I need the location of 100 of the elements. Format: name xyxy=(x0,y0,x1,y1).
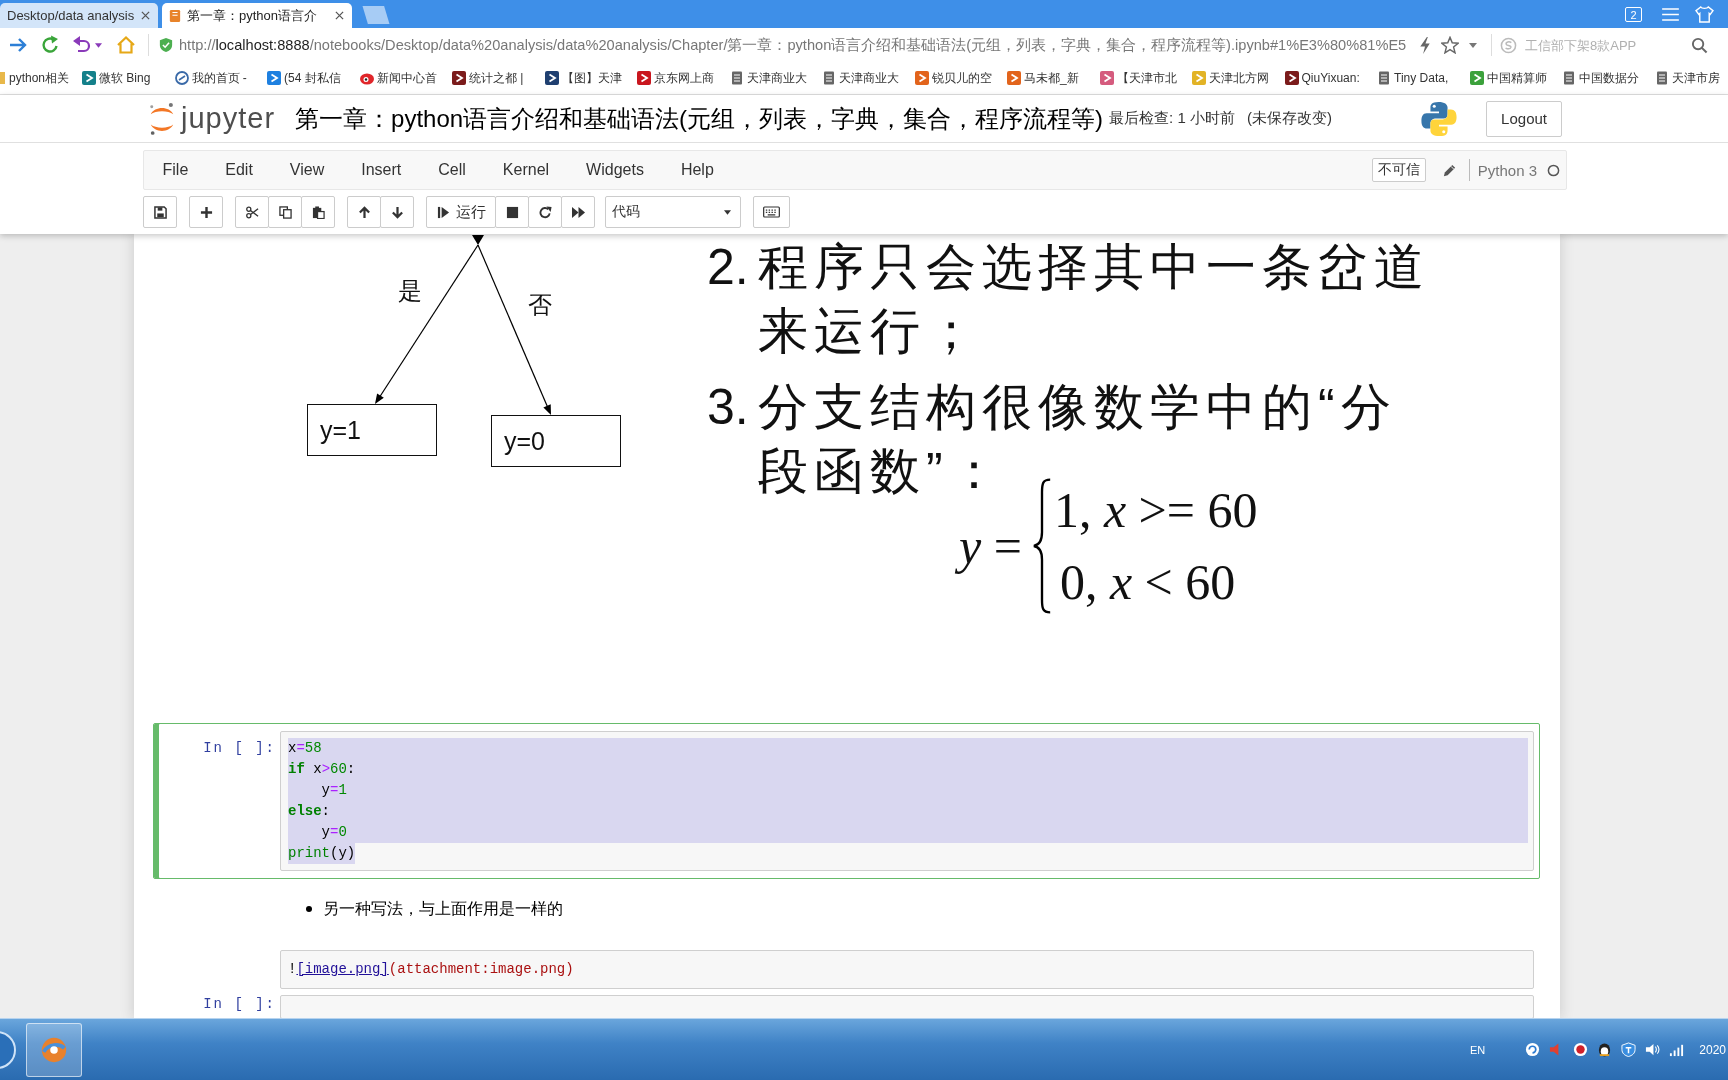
address-field[interactable]: http://localhost:8888/notebooks/Desktop/data%20analysis/data%20analysis/Chapter/第一章：python语言介绍和基础语法(元组，列表，字典，集合，程序流程等).ipynb#1%E3%80%81%E5 xyxy=(179,35,1411,55)
site-logo-icon xyxy=(914,71,929,85)
formula-text: 0, x < 60 xyxy=(1059,553,1237,612)
trust-button[interactable]: 不可信 xyxy=(1371,158,1426,182)
list-item-text: 另一种写法，与上面作用是一样的 xyxy=(323,898,563,919)
insert-cell-button[interactable] xyxy=(189,196,223,228)
search-icon[interactable] xyxy=(1691,36,1708,54)
site-logo-icon xyxy=(1007,71,1021,85)
menu-item[interactable]: Help xyxy=(662,161,733,179)
bookmark-link[interactable]: 统计之都 | xyxy=(450,69,543,87)
code-editor[interactable]: x=58 if x>60: y=1 else: y=0 print(y) xyxy=(280,731,1534,871)
stop-icon xyxy=(505,205,519,219)
bookmark-link[interactable]: 【天津市北 xyxy=(1097,69,1190,87)
stop-button[interactable] xyxy=(495,196,529,228)
bookmark-link[interactable]: (54 封私信 xyxy=(265,69,358,87)
scissors-icon xyxy=(245,205,259,219)
restart-button[interactable] xyxy=(528,196,562,228)
site-logo-icon xyxy=(544,71,559,85)
branch-label: 是 xyxy=(398,277,422,305)
star-icon[interactable] xyxy=(1441,36,1459,54)
bookmark-link[interactable]: 京东网上商 xyxy=(635,69,728,87)
document-icon xyxy=(729,71,744,85)
speaker-icon[interactable] xyxy=(1645,1042,1661,1057)
logo-icon xyxy=(1420,99,1459,138)
document-icon xyxy=(822,71,836,85)
bookmark-link[interactable]: 天津商业大 xyxy=(727,69,820,87)
refresh-icon[interactable] xyxy=(40,35,60,55)
kernel-name[interactable]: Python 3 xyxy=(1477,161,1537,179)
document-icon xyxy=(1562,71,1576,85)
arrow-tip-icon xyxy=(472,235,484,245)
menu-item[interactable]: Insert xyxy=(342,161,420,179)
bookmark-link[interactable]: 马未都_新 xyxy=(1005,69,1098,87)
bookmark-link[interactable]: 天津市房 xyxy=(1652,69,1728,87)
bookmark-link[interactable]: 我的首页 - xyxy=(172,69,265,87)
bookmark-link[interactable]: python相关 xyxy=(0,69,80,87)
shield-icon[interactable] xyxy=(1621,1042,1637,1057)
menu-item[interactable]: Cell xyxy=(419,161,485,179)
penguin-icon[interactable] xyxy=(1597,1042,1613,1057)
keyboard-icon xyxy=(763,206,780,218)
search-field[interactable]: 工信部下架8款APP xyxy=(1525,35,1685,55)
clock-text[interactable]: 2020 xyxy=(1699,1042,1726,1057)
menu-item[interactable]: Widgets xyxy=(567,161,663,179)
document-icon xyxy=(1377,71,1391,85)
logo-icon[interactable] xyxy=(148,101,176,136)
site-logo-icon xyxy=(637,71,651,85)
copy-button[interactable] xyxy=(268,196,302,228)
bookmark-link[interactable]: QiuYixuan: xyxy=(1282,71,1375,85)
branch-label: 否 xyxy=(528,291,552,319)
bookmark-link[interactable]: Tiny Data, xyxy=(1375,71,1468,85)
move-down-button[interactable] xyxy=(380,196,414,228)
record-icon[interactable] xyxy=(1573,1042,1589,1057)
menu-item[interactable]: Kernel xyxy=(484,161,568,179)
bookmark-link[interactable]: 中国数据分 xyxy=(1560,69,1653,87)
bookmark-link[interactable]: 【图】天津 xyxy=(542,69,635,87)
markdown-editor[interactable]: ![image.png](attachment:image.png) xyxy=(280,950,1534,989)
logout-button[interactable]: Logout xyxy=(1486,100,1562,137)
step-forward-icon xyxy=(436,205,450,219)
notebook-title[interactable]: 第一章：python语言介绍和基础语法(元组，列表，字典，集合，程序流程等) xyxy=(295,102,1104,135)
menu-item[interactable]: Edit xyxy=(206,161,272,179)
input-language[interactable]: EN xyxy=(1470,1043,1486,1056)
sync-icon[interactable] xyxy=(1525,1042,1541,1057)
bookmark-link[interactable]: 中国精算师 xyxy=(1467,69,1560,87)
taskbar-app-button[interactable] xyxy=(26,1022,82,1077)
bookmark-link[interactable]: 微软 Bing xyxy=(80,69,173,87)
cut-button[interactable] xyxy=(235,196,269,228)
shield-icon xyxy=(159,37,173,53)
move-up-button[interactable] xyxy=(347,196,381,228)
bookmark-link[interactable]: 锐贝儿的空 xyxy=(912,69,1005,87)
caret-down-icon[interactable] xyxy=(95,42,102,48)
cell-type-select[interactable]: 代码 xyxy=(605,196,741,228)
folder-icon xyxy=(0,72,5,84)
shirt-icon[interactable] xyxy=(1695,6,1714,23)
menu-item[interactable]: View xyxy=(271,161,343,179)
bookmark-link[interactable]: 天津北方网 xyxy=(1190,69,1283,87)
clipboard-icon xyxy=(311,205,325,219)
menu-icon[interactable] xyxy=(1662,8,1679,21)
browser-tab[interactable]: Desktop/data analysis xyxy=(0,3,158,28)
lightning-icon[interactable] xyxy=(1419,36,1431,54)
close-icon[interactable] xyxy=(141,11,150,20)
caret-down-icon[interactable] xyxy=(1469,42,1477,48)
logo-text[interactable]: jupyter xyxy=(181,102,276,135)
start-orb-icon[interactable] xyxy=(0,1029,16,1070)
copy-icon xyxy=(278,205,292,219)
save-button[interactable] xyxy=(143,196,177,228)
bookmark-link[interactable]: 新闻中心首 xyxy=(357,69,450,87)
checkpoint-text: 最后检查: 1 小时前 xyxy=(1109,109,1235,128)
browser-tab[interactable]: 第一章：python语言介 xyxy=(162,3,352,28)
ring-logo-icon xyxy=(174,71,189,85)
undo-icon[interactable] xyxy=(72,35,92,55)
flow-node: y=1 xyxy=(307,404,437,456)
command-palette-button[interactable] xyxy=(753,196,790,228)
menu-item[interactable]: File xyxy=(144,161,207,179)
run-button[interactable]: 运行 xyxy=(426,196,496,228)
bookmark-link[interactable]: 天津商业大 xyxy=(820,69,913,87)
run-all-button[interactable] xyxy=(561,196,595,228)
signal-icon[interactable] xyxy=(1669,1042,1685,1057)
code-cell[interactable]: In [ ]: x=58 if x>60: y=1 else: y=0 print(y) xyxy=(153,723,1540,879)
paste-button[interactable] xyxy=(301,196,335,228)
close-icon[interactable] xyxy=(335,11,344,20)
document-icon xyxy=(1654,71,1669,85)
